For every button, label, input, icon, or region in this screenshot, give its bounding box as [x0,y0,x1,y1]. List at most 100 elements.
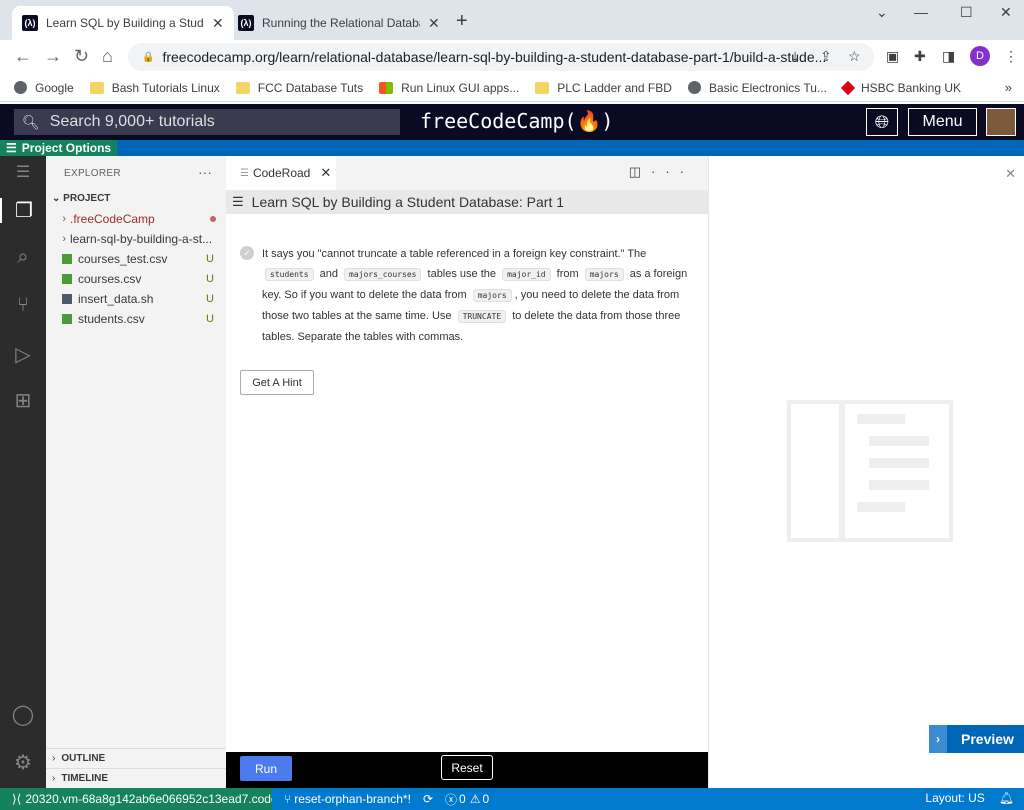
shell-file-icon [62,294,72,304]
list-menu-icon[interactable]: ☰ [232,194,244,210]
outline-section[interactable]: › OUTLINE [46,748,226,768]
tab-coderoad[interactable]: ☰ CodeRoad ✕ [226,156,336,190]
timeline-section[interactable]: › TIMELINE [46,768,226,788]
reset-button[interactable]: Reset [441,755,493,780]
preview-button[interactable]: › Preview [929,725,1024,753]
browser-tab-active[interactable]: (λ) Learn SQL by Building a Student ✕ [12,6,234,40]
microsoft-icon [379,81,394,94]
sync-icon[interactable]: ⟳ [423,792,433,806]
reload-icon[interactable]: ↻ [74,46,89,67]
untracked-status: U [206,313,214,325]
close-tab-icon[interactable]: ✕ [320,165,331,181]
menu-icon[interactable]: ☰ [0,162,46,182]
minimize-icon[interactable]: — [914,4,928,20]
menu-button[interactable]: Menu [908,108,977,136]
tutorial-title: Learn SQL by Building a Student Database… [251,194,565,210]
file-item-courses[interactable]: courses.csv U [46,269,226,289]
profile-avatar[interactable]: D [970,46,990,66]
bookmarks-overflow-icon[interactable]: » [1005,80,1012,95]
untracked-status: U [206,253,214,265]
file-item-courses-test[interactable]: courses_test.csv U [46,249,226,269]
run-button[interactable]: Run [240,756,292,781]
browser-toolbar: ← → ↻ ⌂ 🔒 freecodecamp.org/learn/relatio… [0,40,1024,74]
git-branch-icon: ⑂ [284,792,292,806]
csv-file-icon [62,314,72,324]
tab-title: Learn SQL by Building a Student [46,16,204,30]
warning-icon: ⚠ [469,792,481,806]
coderoad-icon: ☰ [240,167,249,179]
split-editor-icon[interactable]: ◫ [629,164,651,179]
back-icon[interactable]: ← [14,46,32,67]
folder-icon [89,81,104,94]
extension-icon[interactable]: ▣ [886,48,899,65]
run-debug-icon[interactable]: ▷ [0,342,46,367]
more-actions-icon[interactable]: ··· [198,164,212,180]
file-item-insert-data[interactable]: insert_data.sh U [46,289,226,309]
get-hint-button[interactable]: Get A Hint [240,370,314,395]
new-tab-icon[interactable]: + [456,10,468,33]
hamburger-icon: ☰ [6,141,17,155]
language-globe-icon[interactable]: 🌐︎ [866,108,898,136]
maximize-icon[interactable]: ☐ [960,4,973,21]
more-actions-icon[interactable]: ··· [651,164,694,179]
hsbc-icon [840,80,856,95]
globe-icon [687,81,701,94]
download-icon[interactable]: ⤓ [792,48,798,65]
browser-tab-strip: (λ) Learn SQL by Building a Student ✕ (λ… [0,0,1024,40]
editor-actions: ◫··· [629,164,694,180]
modified-dot-icon [210,216,216,222]
bookmark-fcc-database[interactable]: FCC Database Tuts [235,81,363,95]
keyboard-layout[interactable]: Layout: US [925,791,984,805]
bookmark-google[interactable]: Google [14,81,74,95]
activity-bar: ☰ ❐ ⌕ ⑂ ▷ ⊞ ◯ ⚙ [0,156,46,788]
puzzle-extensions-icon[interactable]: ✚ [914,48,926,65]
explorer-header: EXPLORER [64,168,121,179]
branch-indicator[interactable]: ⑂ reset-orphan-branch*! [284,792,411,806]
chevron-right-icon: › [52,753,56,764]
bookmark-hsbc[interactable]: HSBC Banking UK [840,80,961,95]
remote-indicator[interactable]: ⟩⟨ 20320.vm-68a8g142ab6e066952c13ead7.co… [0,788,272,810]
chevron-right-icon: › [62,213,66,225]
folder-item-learn-sql[interactable]: › learn-sql-by-building-a-st... [46,229,226,249]
close-tab-icon[interactable]: ✕ [212,15,224,32]
close-tab-icon[interactable]: ✕ [428,15,440,32]
untracked-status: U [206,273,214,285]
project-options-button[interactable]: ☰ Project Options [0,140,118,156]
search-input[interactable]: 🔍︎ Search 9,000+ tutorials [14,109,400,135]
folder-item-freecodecamp[interactable]: › .freeCodeCamp [46,209,226,229]
forward-icon[interactable]: → [44,46,62,67]
close-window-icon[interactable]: ✕ [1000,4,1012,21]
editor-area: ☰ CodeRoad ✕ ◫··· ☰ Learn SQL by Buildin… [226,156,708,788]
project-section[interactable]: ⌄ PROJECT [52,193,110,204]
notifications-bell-icon[interactable]: 🔔︎ [999,791,1014,805]
search-icon[interactable]: ⌕ [0,246,46,269]
bookmark-bash-tutorials[interactable]: Bash Tutorials Linux [89,81,220,95]
fcc-favicon-icon: (λ) [238,15,254,31]
bookmark-basic-electronics[interactable]: Basic Electronics Tu... [687,81,827,95]
settings-gear-icon[interactable]: ⚙ [0,750,46,775]
close-icon[interactable]: ✕ [1005,166,1016,182]
chrome-menu-icon[interactable]: ⋮ [1004,48,1018,65]
account-icon[interactable]: ◯ [0,702,46,727]
explorer-files-icon[interactable]: ❐ [0,198,46,223]
fcc-logo[interactable]: freeCodeCamp(🔥) [420,109,613,133]
chevron-right-icon: › [52,773,56,784]
problems-indicator[interactable]: ⓧ 0 ⚠ 0 [445,791,489,808]
tutorial-title-bar: ☰ Learn SQL by Building a Student Databa… [226,190,708,214]
browser-tab[interactable]: (λ) Running the Relational Database ✕ [228,6,450,40]
extensions-icon[interactable]: ⊞ [0,388,46,413]
status-bar: ⟩⟨ 20320.vm-68a8g142ab6e066952c13ead7.co… [0,788,1024,810]
chevron-right-icon: › [929,725,947,753]
user-avatar[interactable] [986,108,1016,136]
tab-search-icon[interactable]: ⌄ [876,4,888,21]
side-panel-icon[interactable]: ◨ [942,48,955,65]
bookmark-star-icon[interactable]: ☆ [848,48,861,65]
csv-file-icon [62,274,72,284]
share-icon[interactable]: ⇪ [820,48,832,65]
source-control-icon[interactable]: ⑂ [0,294,46,317]
home-icon[interactable]: ⌂ [102,46,113,67]
address-bar[interactable]: 🔒 freecodecamp.org/learn/relational-data… [128,43,874,71]
bookmark-run-linux-gui[interactable]: Run Linux GUI apps... [379,81,519,95]
file-item-students[interactable]: students.csv U [46,309,226,329]
bookmark-plc-ladder[interactable]: PLC Ladder and FBD [535,81,672,95]
